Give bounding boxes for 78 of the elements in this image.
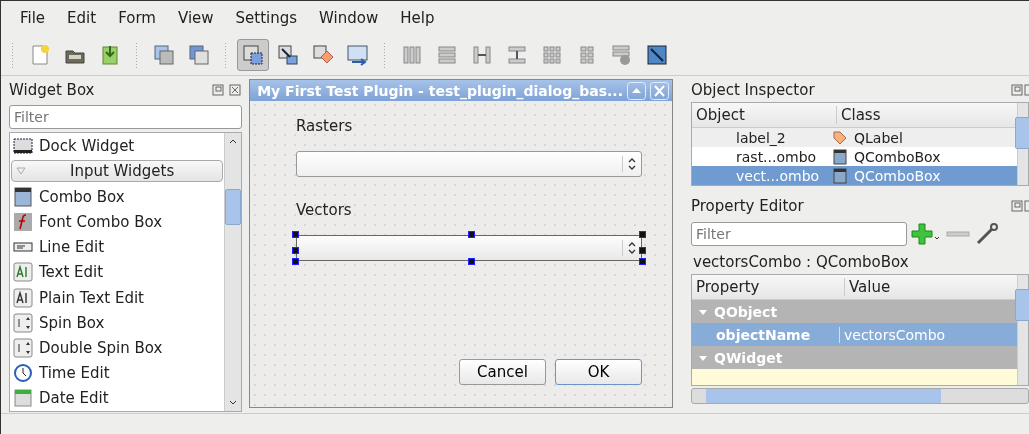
tab-order-icon [346,43,370,67]
widget-list-item[interactable]: Spin Box [39,313,105,332]
horizontal-scrollbar[interactable] [691,388,1029,404]
widget-list-item[interactable]: Text Edit [39,263,104,282]
object-row[interactable]: rast...ombo QComboBox [692,147,1017,166]
text-edit-icon [13,262,33,283]
selection-icon [241,43,265,67]
widget-list-item[interactable]: Date Edit [39,389,109,408]
dock-controls-icon[interactable] [1011,84,1029,96]
dock-controls-icon[interactable] [212,84,242,96]
spin-box-icon [13,312,33,333]
dock-title: Widget Box [9,81,95,99]
column-header[interactable]: Property [692,278,845,296]
combo-box[interactable] [296,151,642,177]
category-header[interactable]: Input Widgets [11,160,223,183]
spin-box-icon [13,337,33,358]
font-icon [13,211,33,232]
text-edit-icon [13,287,33,308]
scroll-thumb[interactable] [1015,289,1029,321]
widget-list-item[interactable]: Double Spin Box [39,338,163,357]
widget-list-item[interactable]: Dock Widget [39,136,135,155]
column-header[interactable]: Object [692,106,837,124]
scrollbar[interactable] [1017,275,1028,385]
arrow-widget-icon [276,43,300,67]
menu-item[interactable]: File [9,9,57,27]
selected-object-label: vectorsCombo : QComboBox [692,252,910,273]
widget-list-item[interactable]: Time Edit [39,364,110,383]
combo-box-icon [832,167,848,184]
clock-icon [13,363,33,384]
widget-list-item[interactable]: Line Edit [39,238,105,257]
bring-front-icon [187,43,211,67]
menu-item[interactable]: Window [308,9,390,27]
scroll-thumb[interactable] [1015,117,1029,149]
grid-icon [540,43,564,67]
wrench-icon[interactable] [975,222,999,246]
field-label: Rasters [296,117,354,135]
object-row[interactable]: label_2 QLabel [692,128,1017,147]
window-title: My First Test Plugin - test_plugin_dialog_bas... [257,82,623,99]
resize-icon [645,43,669,67]
dock-title: Object Inspector [691,81,815,99]
widgets-tool-button[interactable] [237,39,269,71]
horizontal-split-icon [470,43,494,67]
dialog-button[interactable]: Cancel [459,359,546,385]
filter-field[interactable]: Filter [9,105,242,129]
menu-item[interactable]: Edit [56,9,108,27]
maximize-button[interactable] [627,81,646,100]
field-label: Vectors [296,201,353,219]
columns-icon [400,43,424,67]
tag-icon [832,129,848,146]
dialog-button[interactable]: OK [555,359,642,385]
widget-list-item[interactable]: Font Combo Box [39,212,163,231]
vertical-split-icon [505,43,529,67]
menu-item[interactable]: Help [389,9,446,27]
scroll-thumb[interactable] [225,189,241,225]
column-header[interactable]: Value [845,278,891,296]
column-header[interactable]: Class [837,106,881,124]
combo-box-icon [832,148,848,165]
widget-list-item[interactable]: Plain Text Edit [39,288,144,307]
dock-controls-icon[interactable] [1011,200,1029,212]
calendar-icon [13,388,33,409]
scrollbar[interactable] [224,133,241,411]
send-back-icon [152,43,176,67]
scroll-thumb[interactable] [706,389,941,403]
menu-item[interactable]: View [166,9,225,27]
scrollbar[interactable] [1017,103,1028,185]
filter-field[interactable]: Filter [691,222,907,246]
dock-widget-icon [13,135,33,156]
widget-list-item[interactable]: Combo Box [39,187,125,206]
rows-icon [435,43,459,67]
add-plus-icon[interactable] [911,222,941,246]
menu-item[interactable]: Form [107,9,167,27]
close-button[interactable] [650,81,669,100]
collapse-triangle-icon[interactable] [698,307,708,316]
expand-triangle-icon [16,167,26,176]
combo-box-icon [13,186,33,207]
collapse-triangle-icon[interactable] [698,353,708,362]
dock-title: Property Editor [691,197,804,215]
menu-item[interactable]: Settings [224,9,309,27]
